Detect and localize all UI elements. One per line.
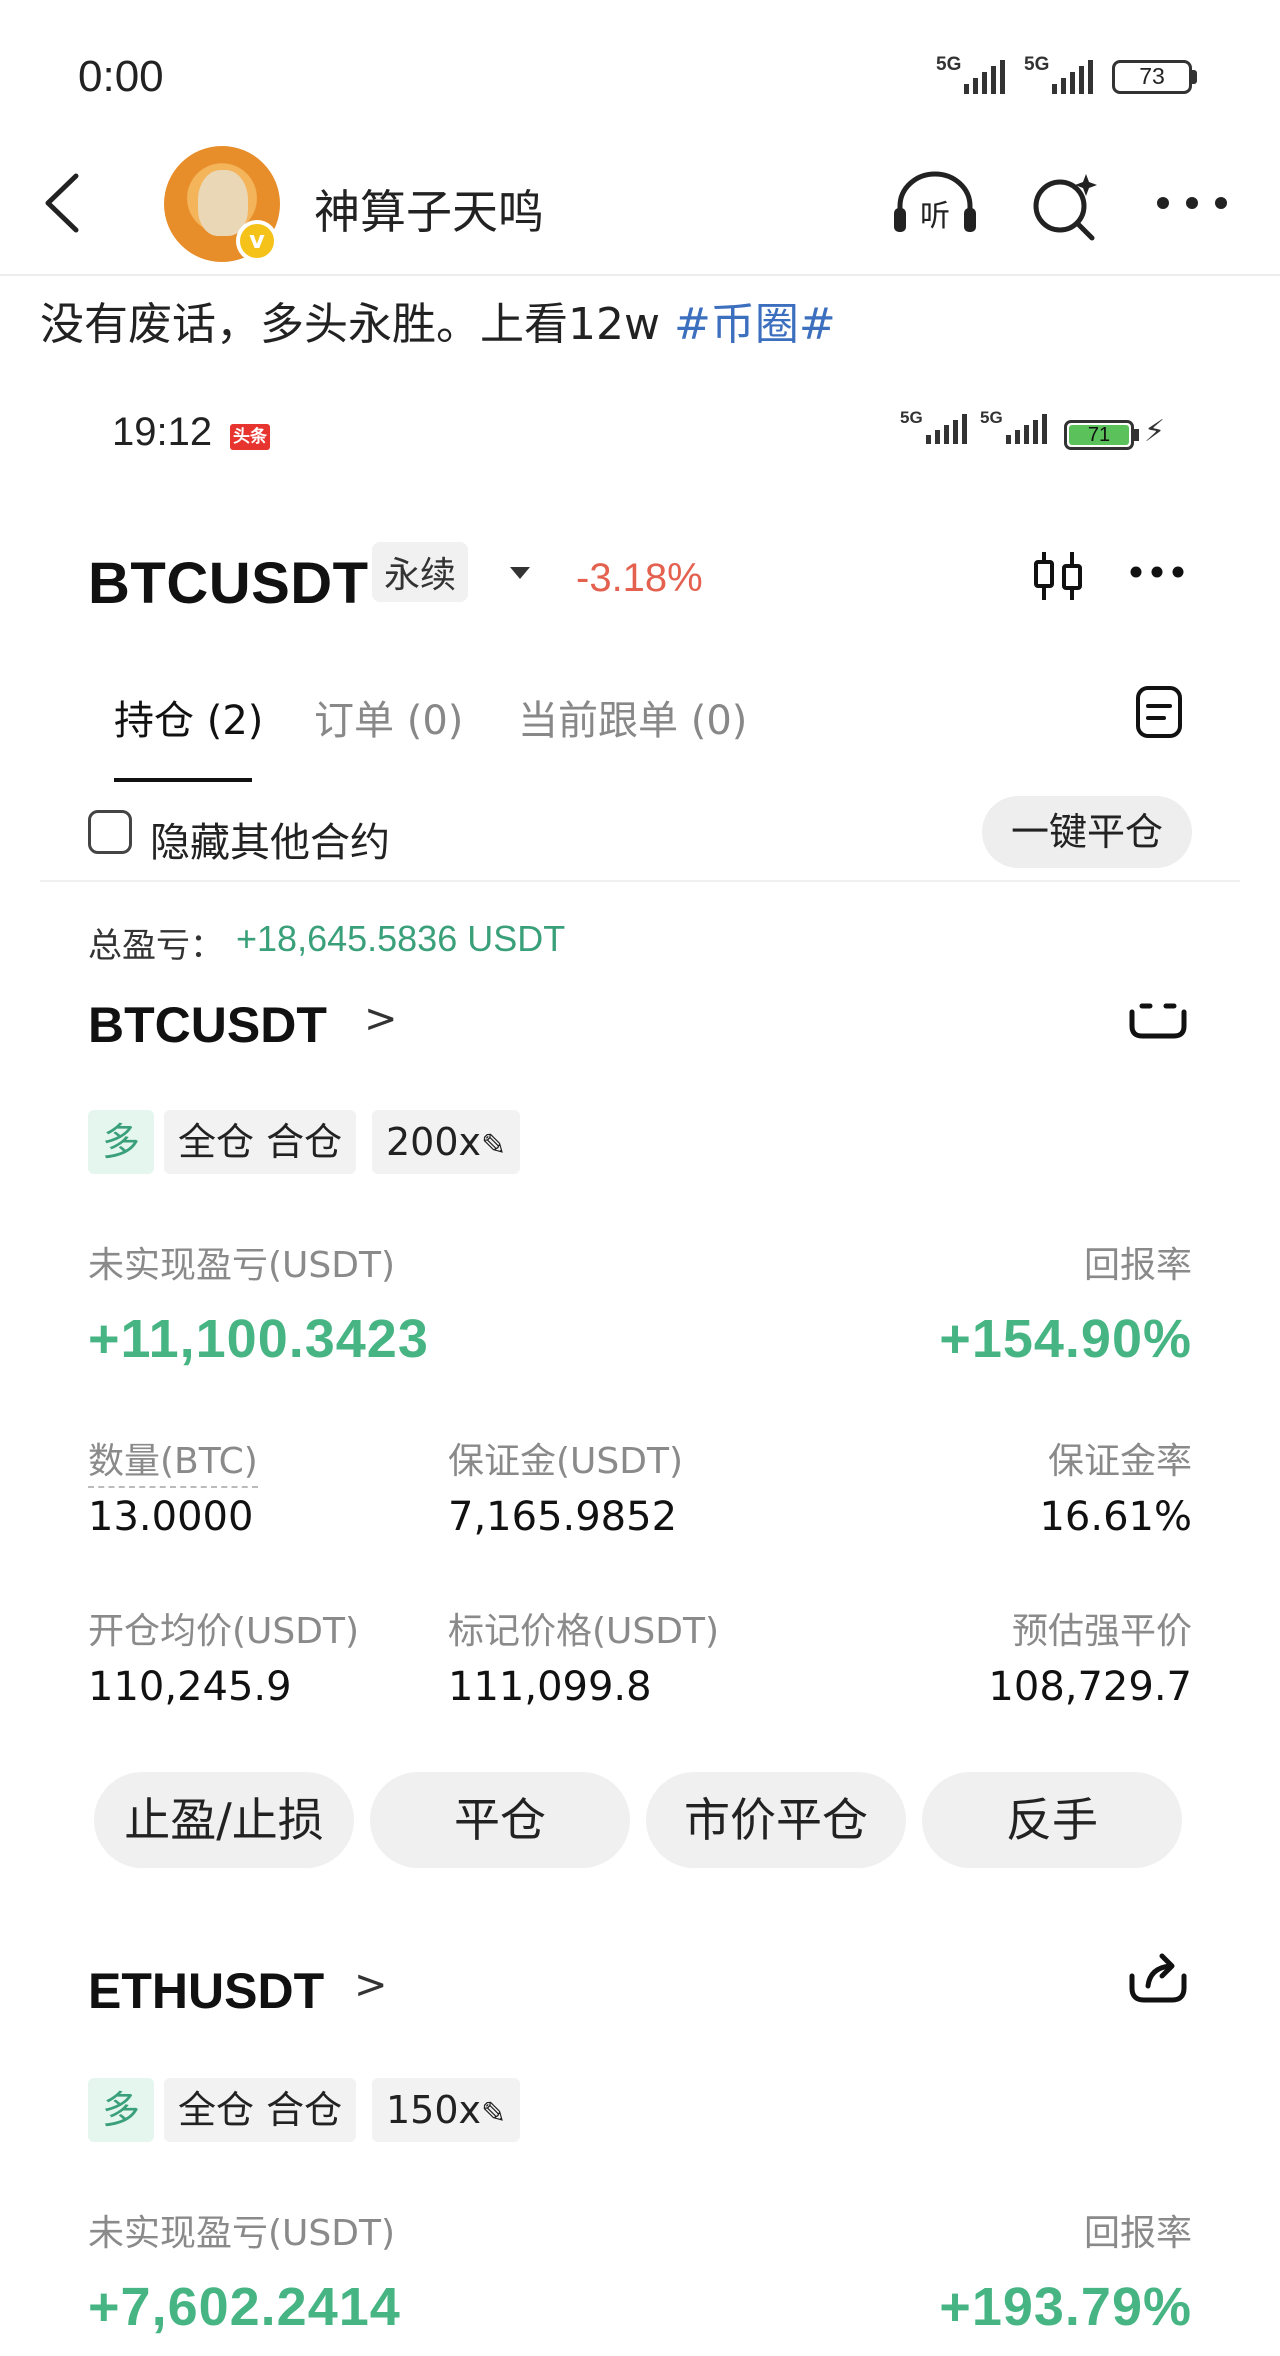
inner-signal-icon: 5G: [980, 408, 1047, 444]
inner-signal-icon: 5G: [900, 408, 967, 444]
margin-ratio-label: 保证金率: [1047, 1441, 1192, 1482]
position-symbol[interactable]: ETHUSDT: [88, 1962, 324, 2020]
liquidation-price-value: 108,729.7: [988, 1664, 1192, 1710]
position-symbol[interactable]: BTCUSDT: [88, 996, 327, 1054]
price-change: -3.18%: [576, 556, 703, 600]
chevron-right-icon[interactable]: >: [354, 1962, 388, 2008]
inner-battery-indicator: 71: [1064, 420, 1134, 450]
filter-divider: [40, 880, 1240, 882]
hide-other-contracts-label[interactable]: 隐藏其他合约: [150, 810, 390, 868]
margin-mode-tag: 全仓 合仓: [164, 1110, 357, 1174]
active-tab-indicator: [114, 778, 252, 782]
tab-copy-trades[interactable]: 当前跟单 (0): [518, 688, 747, 746]
nav-divider: [0, 274, 1280, 276]
mark-price-label: 标记价格(USDT): [448, 1611, 720, 1652]
share-icon[interactable]: [1128, 1950, 1188, 2006]
status-time: 0:00: [78, 52, 164, 101]
side-long-tag: 多: [88, 2078, 155, 2142]
total-pnl-label: 总盈亏：: [88, 926, 224, 966]
close-position-button[interactable]: 平仓: [370, 1772, 630, 1868]
post-text: 没有废话，多头永胜。上看12w #币圈#: [40, 299, 836, 350]
verified-badge-icon: v: [236, 220, 278, 262]
unrealized-pnl-label: 未实现盈亏(USDT): [88, 1245, 396, 1286]
headphones-listen-icon[interactable]: 听: [890, 168, 980, 238]
tab-orders[interactable]: 订单 (0): [314, 688, 463, 746]
quantity-value: 13.0000: [88, 1494, 254, 1540]
roe-label: 回报率: [1083, 1245, 1192, 1286]
hashtag-link[interactable]: #币圈#: [674, 299, 836, 350]
dropdown-triangle-icon[interactable]: [508, 564, 532, 582]
signal-icon: 5G: [1024, 54, 1094, 94]
margin-ratio-value: 16.61%: [1039, 1494, 1192, 1540]
mark-price-value: 111,099.8: [448, 1664, 652, 1710]
reverse-position-button[interactable]: 反手: [922, 1772, 1182, 1868]
charging-bolt-icon: ⚡: [1144, 414, 1166, 449]
hide-other-contracts-checkbox[interactable]: [88, 810, 132, 854]
chevron-right-icon[interactable]: >: [364, 996, 398, 1042]
roe-value: +193.79%: [939, 2277, 1192, 2337]
roe-label: 回报率: [1083, 2213, 1192, 2254]
leverage-tag[interactable]: 150x✎: [372, 2078, 521, 2142]
pair-title[interactable]: BTCUSDT: [88, 550, 369, 617]
margin-label: 保证金(USDT): [448, 1441, 684, 1482]
close-all-button[interactable]: 一键平仓: [982, 796, 1192, 868]
notes-icon[interactable]: [1134, 684, 1184, 740]
svg-text:听: 听: [920, 199, 950, 234]
edit-pencil-icon: ✎: [481, 2096, 507, 2131]
unrealized-pnl-value: +11,100.3423: [88, 1309, 429, 1369]
contract-type-badge: 永续: [372, 542, 469, 602]
edit-pencil-icon: ✎: [481, 1128, 507, 1163]
unrealized-pnl-label: 未实现盈亏(USDT): [88, 2213, 396, 2254]
candlestick-chart-icon[interactable]: [1030, 548, 1086, 604]
search-icon[interactable]: [1028, 170, 1100, 242]
quantity-label[interactable]: 数量(BTC): [88, 1432, 258, 1488]
tab-positions[interactable]: 持仓 (2): [114, 688, 263, 746]
inner-battery-cap-icon: [1134, 429, 1139, 441]
signal-icon: 5G: [936, 54, 1006, 94]
tp-sl-button[interactable]: 止盈/止损: [94, 1772, 354, 1868]
inner-status-time: 19:12: [112, 410, 213, 454]
battery-indicator: 73: [1112, 60, 1192, 94]
roe-value: +154.90%: [939, 1309, 1192, 1369]
more-options-icon[interactable]: [1156, 196, 1228, 210]
header-more-icon[interactable]: [1130, 566, 1184, 578]
unrealized-pnl-value: +7,602.2414: [88, 2277, 401, 2337]
total-pnl-value: +18,645.5836 USDT: [236, 918, 566, 959]
liquidation-price-label: 预估强平价: [1011, 1611, 1192, 1652]
entry-price-value: 110,245.9: [88, 1664, 292, 1710]
battery-cap-icon: [1192, 70, 1197, 84]
share-icon[interactable]: [1128, 1000, 1188, 1044]
margin-mode-tag: 全仓 合仓: [164, 2078, 357, 2142]
back-arrow-icon[interactable]: [42, 172, 82, 234]
toutiao-app-icon: 头条: [230, 424, 270, 450]
author-name[interactable]: 神算子天鸣: [314, 176, 544, 242]
market-close-button[interactable]: 市价平仓: [646, 1772, 906, 1868]
leverage-tag[interactable]: 200x✎: [372, 1110, 521, 1174]
margin-value: 7,165.9852: [448, 1494, 678, 1540]
entry-price-label: 开仓均价(USDT): [88, 1611, 360, 1652]
side-long-tag: 多: [88, 1110, 155, 1174]
